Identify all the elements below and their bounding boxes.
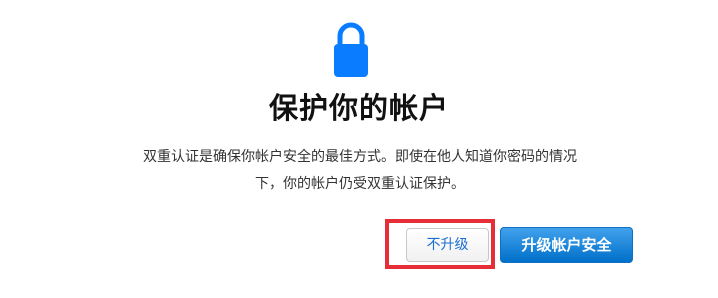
page-title: 保护你的帐户 bbox=[268, 91, 449, 125]
lock-icon bbox=[334, 22, 368, 77]
upgrade-security-button[interactable]: 升级帐户安全 bbox=[500, 227, 633, 263]
description-line-2: 下，你的帐户仍受双重认证保护。 bbox=[255, 176, 465, 192]
two-factor-prompt: 保护你的帐户 双重认证是确保你帐户安全的最佳方式。即使在他人知道你密码的情况 下… bbox=[0, 0, 718, 298]
description-line-1: 双重认证是确保你帐户安全的最佳方式。即使在他人知道你密码的情况 bbox=[143, 149, 577, 165]
description: 双重认证是确保你帐户安全的最佳方式。即使在他人知道你密码的情况 下，你的帐户仍受… bbox=[80, 144, 640, 198]
decline-upgrade-button[interactable]: 不升级 bbox=[406, 228, 489, 262]
